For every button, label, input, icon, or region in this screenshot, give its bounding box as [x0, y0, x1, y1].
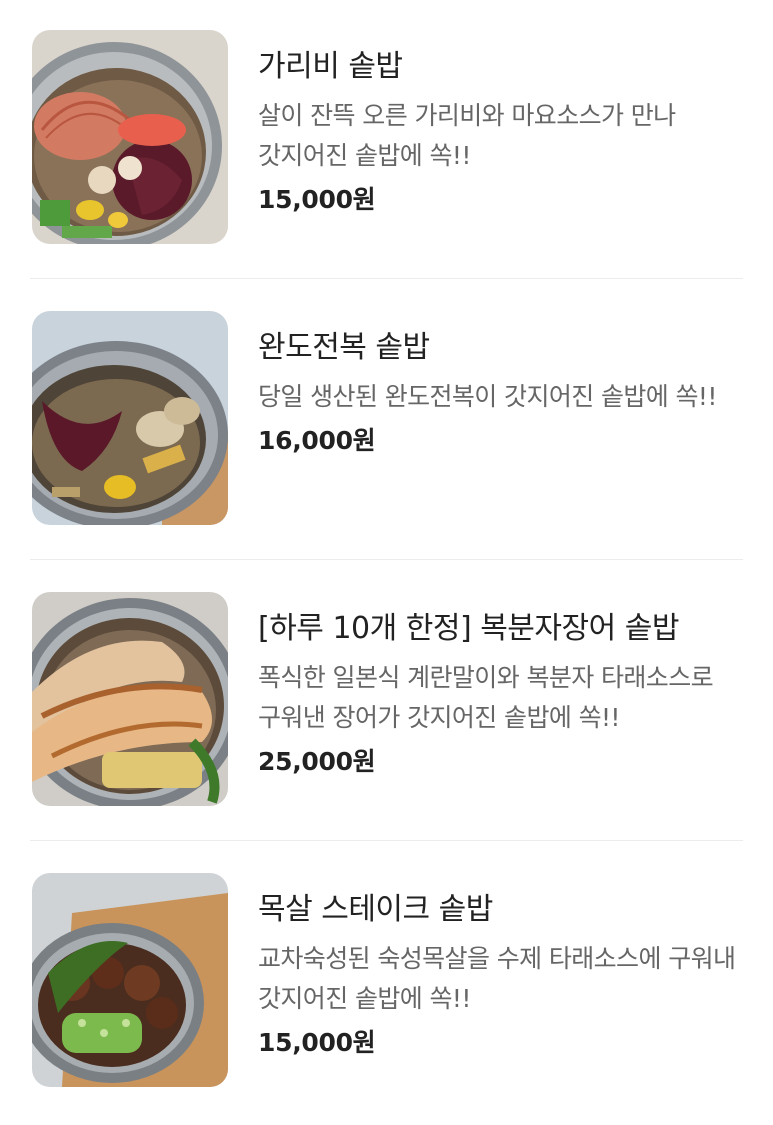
divider — [30, 840, 743, 841]
menu-item-description: 교차숙성된 숙성목살을 수제 타래소스에 구워내 갓지어진 솥밥에 쏙!! — [258, 944, 736, 1013]
menu-item-description: 살이 잔뜩 오른 가리비와 마요소스가 만나 갓지어진 솥밥에 쏙!! — [258, 101, 676, 170]
menu-list: 가리비 솥밥 살이 잔뜩 오른 가리비와 마요소스가 만나 갓지어진 솥밥에 쏙… — [0, 0, 773, 1120]
menu-item-price: 25,000원 — [258, 747, 376, 776]
menu-item[interactable]: 가리비 솥밥 살이 잔뜩 오른 가리비와 마요소스가 만나 갓지어진 솥밥에 쏙… — [0, 0, 773, 282]
menu-item[interactable]: [하루 10개 한정] 복분자장어 솥밥 폭식한 일본식 계란말이와 복분자 타… — [0, 562, 773, 844]
menu-item-info: 완도전복 솥밥 당일 생산된 완도전복이 갓지어진 솥밥에 쏙!! 16,000… — [258, 325, 748, 459]
pork-steak-sotbap-photo[interactable] — [32, 873, 228, 1087]
menu-item-info: [하루 10개 한정] 복분자장어 솥밥 폭식한 일본식 계란말이와 복분자 타… — [258, 606, 748, 780]
menu-item-name: [하루 10개 한정] 복분자장어 솥밥 — [258, 611, 679, 646]
menu-item-name: 목살 스테이크 솥밥 — [258, 892, 493, 927]
menu-item-description: 당일 생산된 완도전복이 갓지어진 솥밥에 쏙!! — [258, 382, 717, 411]
divider — [30, 278, 743, 279]
menu-item-description: 폭식한 일본식 계란말이와 복분자 타래소스로 구워낸 장어가 갓지어진 솥밥에… — [258, 663, 714, 732]
menu-item-price: 15,000원 — [258, 1028, 376, 1057]
menu-item[interactable]: 완도전복 솥밥 당일 생산된 완도전복이 갓지어진 솥밥에 쏙!! 16,000… — [0, 281, 773, 563]
divider — [30, 559, 743, 560]
menu-item-price: 16,000원 — [258, 426, 376, 455]
menu-item-info: 가리비 솥밥 살이 잔뜩 오른 가리비와 마요소스가 만나 갓지어진 솥밥에 쏙… — [258, 44, 748, 218]
abalone-sotbap-photo[interactable] — [32, 311, 228, 525]
menu-item-price: 15,000원 — [258, 185, 376, 214]
eel-sotbap-photo[interactable] — [32, 592, 228, 806]
menu-item-name: 가리비 솥밥 — [258, 49, 403, 84]
scallop-sotbap-photo[interactable] — [32, 30, 228, 244]
menu-item-name: 완도전복 솥밥 — [258, 330, 430, 365]
menu-item-info: 목살 스테이크 솥밥 교차숙성된 숙성목살을 수제 타래소스에 구워내 갓지어진… — [258, 887, 748, 1061]
menu-item[interactable]: 목살 스테이크 솥밥 교차숙성된 숙성목살을 수제 타래소스에 구워내 갓지어진… — [0, 843, 773, 1125]
